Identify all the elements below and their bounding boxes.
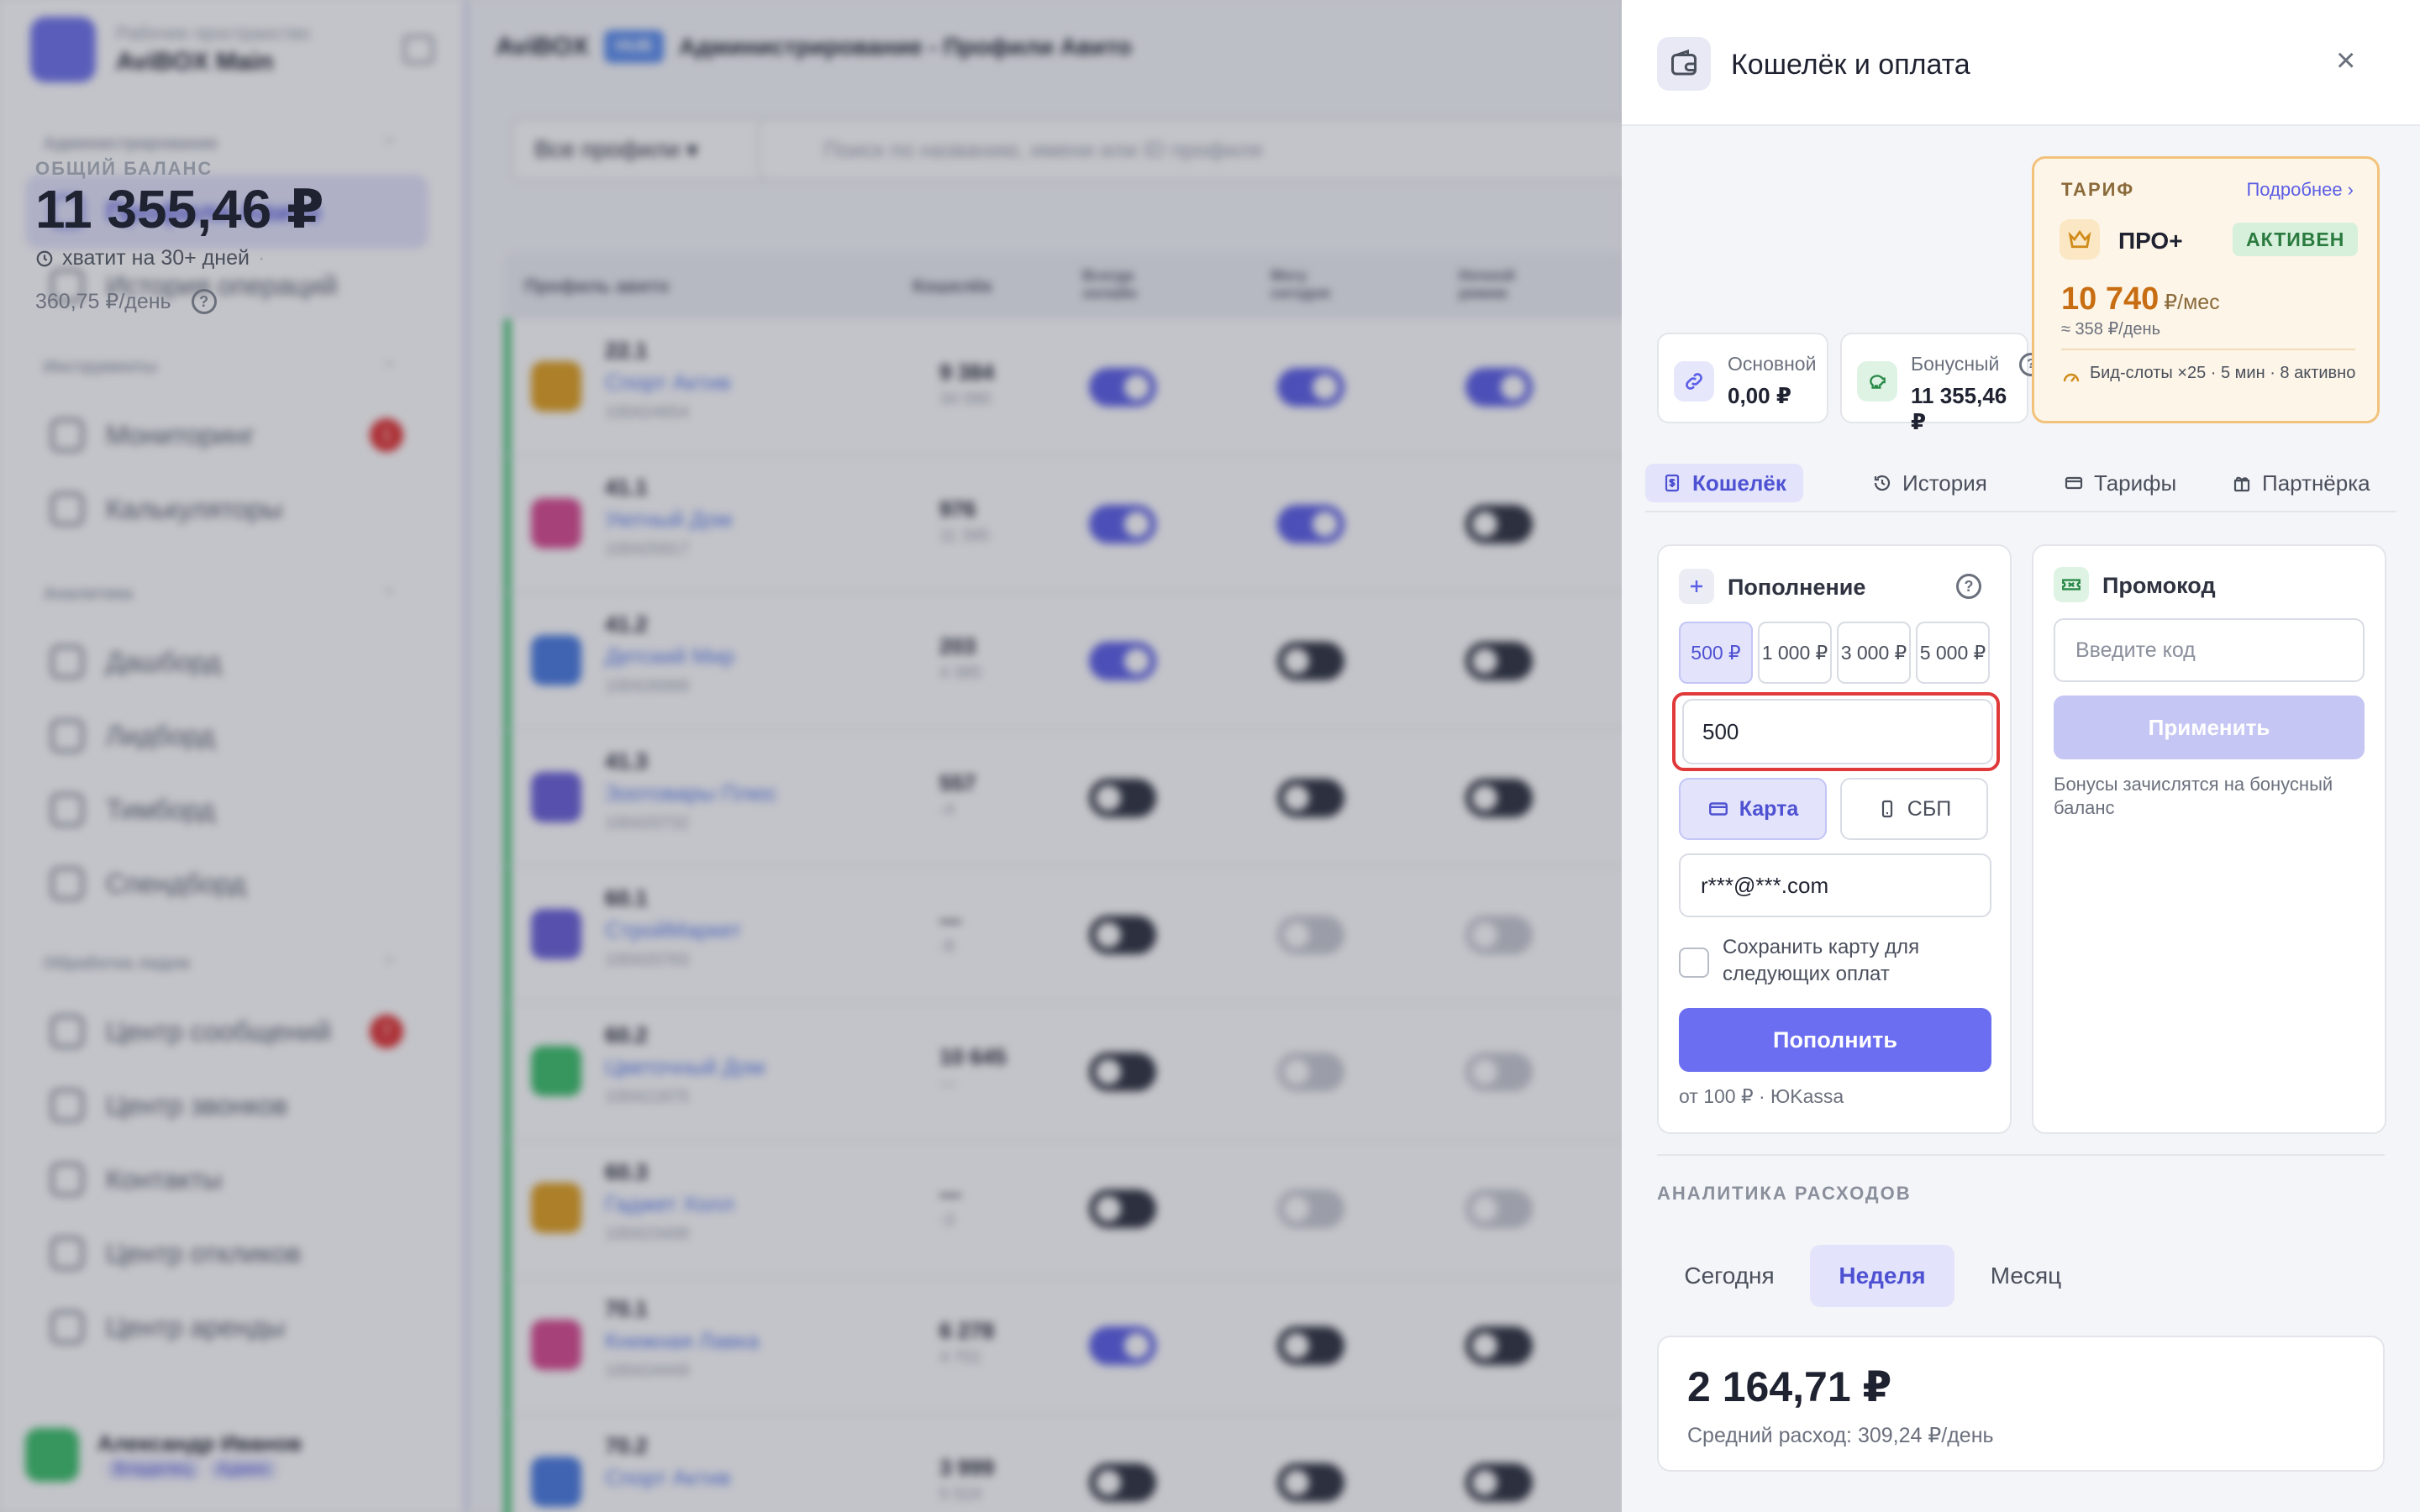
tariff-card: ТАРИФ Подробнее › ПРО+ АКТИВЕН 10 740 ₽/м… [2032,156,2380,423]
divider [1657,1154,2385,1156]
main-balance-card: Основной 0,00 ₽ [1657,333,1828,423]
daily-rate-value: 360,75 ₽/день [35,290,171,313]
save-card-label[interactable]: Сохранить карту для следующих оплат [1723,934,1975,988]
wallet-tabs: Кошелёк История Тарифы Партнёрка [1645,459,2396,512]
clock-icon [36,250,53,266]
link-icon [1674,361,1714,402]
apply-promo-button[interactable]: Применить [2054,696,2365,759]
tab-tariffs[interactable]: Тарифы [2047,464,2193,502]
promo-code-input[interactable]: Введите код [2054,618,2365,682]
save-card-checkbox[interactable] [1679,948,1709,978]
promo-note: Бонусы зачислятся на бонусный баланс [2054,774,2333,818]
tariff-label: ТАРИФ [2061,179,2135,200]
dollar-doc-icon [1665,474,1680,492]
tab-wallet[interactable]: Кошелёк [1645,464,1803,502]
amount-preset-500[interactable]: 500 ₽ [1679,622,1753,684]
analytics-label: АНАЛИТИКА РАСХОДОВ [1657,1183,1912,1204]
plus-icon [1679,569,1714,604]
bonus-balance-value: 11 355,46 ₽ [1911,383,2007,434]
promo-title: Промокод [2102,573,2216,598]
main-balance-label: Основной [1728,353,1817,375]
topup-button[interactable]: Пополнить [1679,1008,1991,1072]
close-icon[interactable]: × [2336,44,2355,77]
drawer-title: Кошелёк и оплата [1731,49,1970,81]
period-today[interactable]: Сегодня [1667,1245,1791,1307]
topup-title: Пополнение [1728,575,1866,600]
tab-wallet-label: Кошелёк [1692,470,1786,496]
tab-history[interactable]: История [1855,464,2004,502]
amount-preset-1000[interactable]: 1 000 ₽ [1758,622,1832,684]
pay-method-card-label: Карта [1739,796,1799,821]
ticket-icon [2054,567,2089,602]
tariff-plan-name: ПРО+ [2118,228,2183,254]
spend-amount: 2 164,71 ₽ [1687,1363,1892,1410]
wallet-icon [1657,37,1711,91]
balance-days: хватит на 30+ дней [62,246,250,270]
input-highlight [1672,692,2000,771]
separator-dot: · [257,246,266,270]
gift-icon [2233,476,2250,492]
card-icon [1708,802,1728,816]
piggy-bank-icon [1857,361,1897,402]
tariff-details-link[interactable]: Подробнее › [2246,179,2354,201]
balance-forecast: хватит на 30+ дней · [35,246,265,270]
tariff-price: 10 740 ₽/мес [2061,281,2220,318]
tariff-price-value: 10 740 [2061,281,2160,317]
pay-method-card[interactable]: Карта [1679,778,1827,840]
total-balance-amount: 11 355,46 ₽ [35,179,324,239]
card-icon [2065,476,2083,490]
bonus-balance-label: Бонусный [1911,353,2000,375]
tab-history-label: История [1902,470,1987,496]
topup-note: от 100 ₽ · ЮKassa [1679,1085,1844,1107]
amount-preset-3000[interactable]: 3 000 ₽ [1837,622,1911,684]
main-balance-value: 0,00 ₽ [1728,383,1791,408]
pay-method-sbp[interactable]: СБП [1840,778,1988,840]
divider [2061,349,2355,350]
spend-summary-card: 2 164,71 ₽ Средний расход: 309,24 ₽/день [1657,1336,2385,1472]
amount-preset-5000[interactable]: 5 000 ₽ [1916,622,1990,684]
crown-icon [2060,219,2100,260]
email-field[interactable]: r***@***.com [1679,853,1991,917]
history-icon [1874,475,1891,491]
period-month[interactable]: Месяц [1970,1245,2082,1307]
tab-tariffs-label: Тарифы [2094,470,2177,496]
pay-method-sbp-label: СБП [1907,796,1952,821]
tariff-per-day: ≈ 358 ₽/день [2061,320,2160,339]
bonus-balance-card: Бонусный 11 355,46 ₽ ? [1840,333,2043,434]
daily-rate: 360,75 ₽/день ? [35,289,217,314]
phone-icon [1881,800,1892,818]
tab-partner-label: Партнёрка [2262,470,2370,496]
help-icon[interactable]: ? [191,289,217,314]
bid-slots-note: Бид-слоты ×25 · 5 мин · 8 активно [2090,364,2356,382]
gauge-icon [2063,373,2080,382]
spend-average: Средний расход: 309,24 ₽/день [1687,1424,1994,1447]
topup-help-icon[interactable]: ? [1956,574,1981,599]
status-badge: АКТИВЕН [2233,223,2359,256]
drawer-header: Кошелёк и оплата × [1622,0,2420,126]
tariff-price-unit: ₽/мес [2164,291,2220,314]
tab-partner[interactable]: Партнёрка [2215,464,2387,502]
period-week[interactable]: Неделя [1810,1245,1954,1307]
total-balance-label: ОБЩИЙ БАЛАНС [35,158,213,179]
